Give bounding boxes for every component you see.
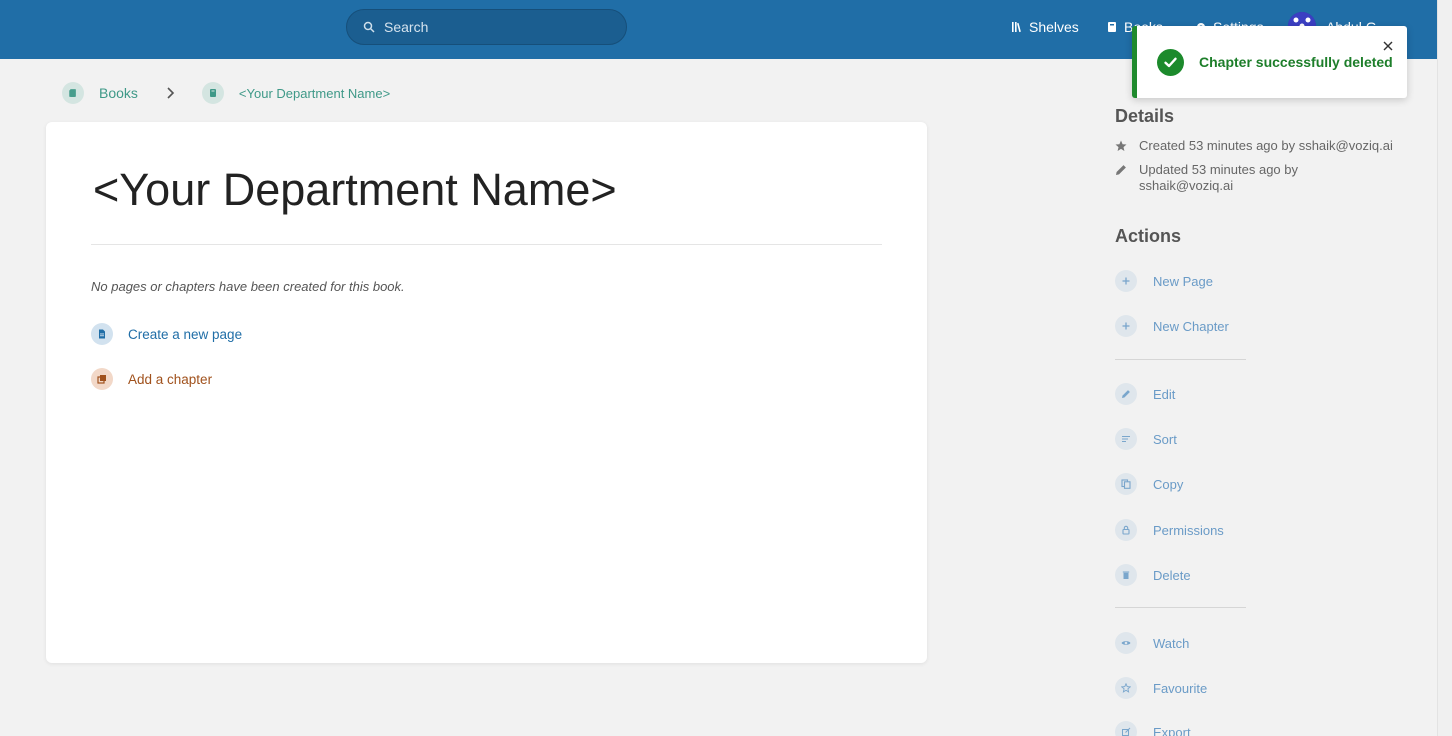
- search-input[interactable]: [384, 10, 614, 44]
- star-icon: [1115, 140, 1127, 151]
- new-chapter-action[interactable]: New Chapter: [1115, 315, 1229, 337]
- new-page-label: New Page: [1153, 273, 1213, 289]
- eye-icon: [1115, 632, 1137, 654]
- pencil-icon: [1116, 165, 1126, 175]
- watch-label: Watch: [1153, 635, 1190, 651]
- add-chapter-label: Add a chapter: [128, 371, 213, 387]
- success-toast: Chapter successfully deleted: [1132, 26, 1407, 98]
- copy-icon: [1115, 473, 1137, 495]
- delete-action[interactable]: Delete: [1115, 564, 1191, 586]
- books-icon: [62, 82, 84, 104]
- actions-divider-2: [1115, 607, 1246, 608]
- new-page-action[interactable]: New Page: [1115, 270, 1213, 292]
- page-icon: [91, 323, 113, 345]
- title-divider: [91, 244, 882, 245]
- add-chapter-link[interactable]: Add a chapter: [91, 368, 212, 390]
- delete-label: Delete: [1153, 567, 1191, 583]
- page-title: <Your Department Name>: [93, 164, 617, 215]
- plus-icon: [1115, 270, 1137, 292]
- watch-action[interactable]: Watch: [1115, 632, 1189, 654]
- shelves-icon: [1012, 22, 1021, 33]
- search-box[interactable]: [346, 9, 627, 45]
- create-new-page-label: Create a new page: [128, 326, 243, 342]
- sort-label: Sort: [1153, 431, 1177, 447]
- edit-action[interactable]: Edit: [1115, 383, 1175, 405]
- export-label: Export: [1153, 724, 1191, 736]
- favourite-label: Favourite: [1153, 680, 1208, 696]
- nav-shelves-link[interactable]: Shelves: [1011, 19, 1079, 35]
- breadcrumb: Books <Your Department Name>: [62, 82, 390, 104]
- actions-heading: Actions: [1115, 226, 1182, 246]
- sort-icon: [1115, 428, 1137, 450]
- created-detail: Created 53 minutes ago by sshaik@voziq.a…: [1115, 138, 1405, 154]
- favourite-action[interactable]: Favourite: [1115, 677, 1207, 699]
- copy-action[interactable]: Copy: [1115, 473, 1183, 495]
- book-content-card: <Your Department Name> No pages or chapt…: [46, 122, 927, 663]
- new-chapter-label: New Chapter: [1153, 318, 1229, 334]
- plus-icon: [1115, 315, 1137, 337]
- updated-text: Updated 53 minutes ago by sshaik@voziq.a…: [1139, 162, 1298, 193]
- chapter-icon: [91, 368, 113, 390]
- copy-label: Copy: [1153, 476, 1184, 492]
- lock-icon: [1115, 519, 1137, 541]
- details-heading: Details: [1115, 106, 1175, 126]
- export-icon: [1115, 721, 1137, 736]
- permissions-action[interactable]: Permissions: [1115, 519, 1224, 541]
- close-icon[interactable]: [1382, 40, 1394, 52]
- empty-book-message: No pages or chapters have been created f…: [91, 279, 405, 294]
- trash-icon: [1115, 564, 1137, 586]
- export-action[interactable]: Export: [1115, 721, 1191, 736]
- toast-message: Chapter successfully deleted: [1199, 54, 1393, 70]
- star-outline-icon: [1115, 677, 1137, 699]
- search-icon: [363, 21, 375, 33]
- breadcrumb-books-link[interactable]: Books: [99, 85, 138, 101]
- book-icon: [201, 82, 224, 104]
- check-circle-icon: [1157, 49, 1184, 76]
- pencil-icon: [1115, 383, 1137, 405]
- permissions-label: Permissions: [1153, 522, 1224, 538]
- page-scrollbar[interactable]: [1437, 0, 1452, 736]
- create-new-page-link[interactable]: Create a new page: [91, 323, 242, 345]
- edit-label: Edit: [1153, 386, 1176, 402]
- created-text: Created 53 minutes ago by sshaik@voziq.a…: [1139, 138, 1393, 153]
- breadcrumb-book-link[interactable]: <Your Department Name>: [239, 86, 390, 101]
- books-icon: [1108, 22, 1116, 32]
- chevron-right-icon: [167, 87, 175, 99]
- actions-divider: [1115, 359, 1246, 360]
- nav-shelves-label: Shelves: [1029, 19, 1079, 35]
- updated-detail: Updated 53 minutes ago by sshaik@voziq.a…: [1115, 162, 1335, 194]
- sort-action[interactable]: Sort: [1115, 428, 1177, 450]
